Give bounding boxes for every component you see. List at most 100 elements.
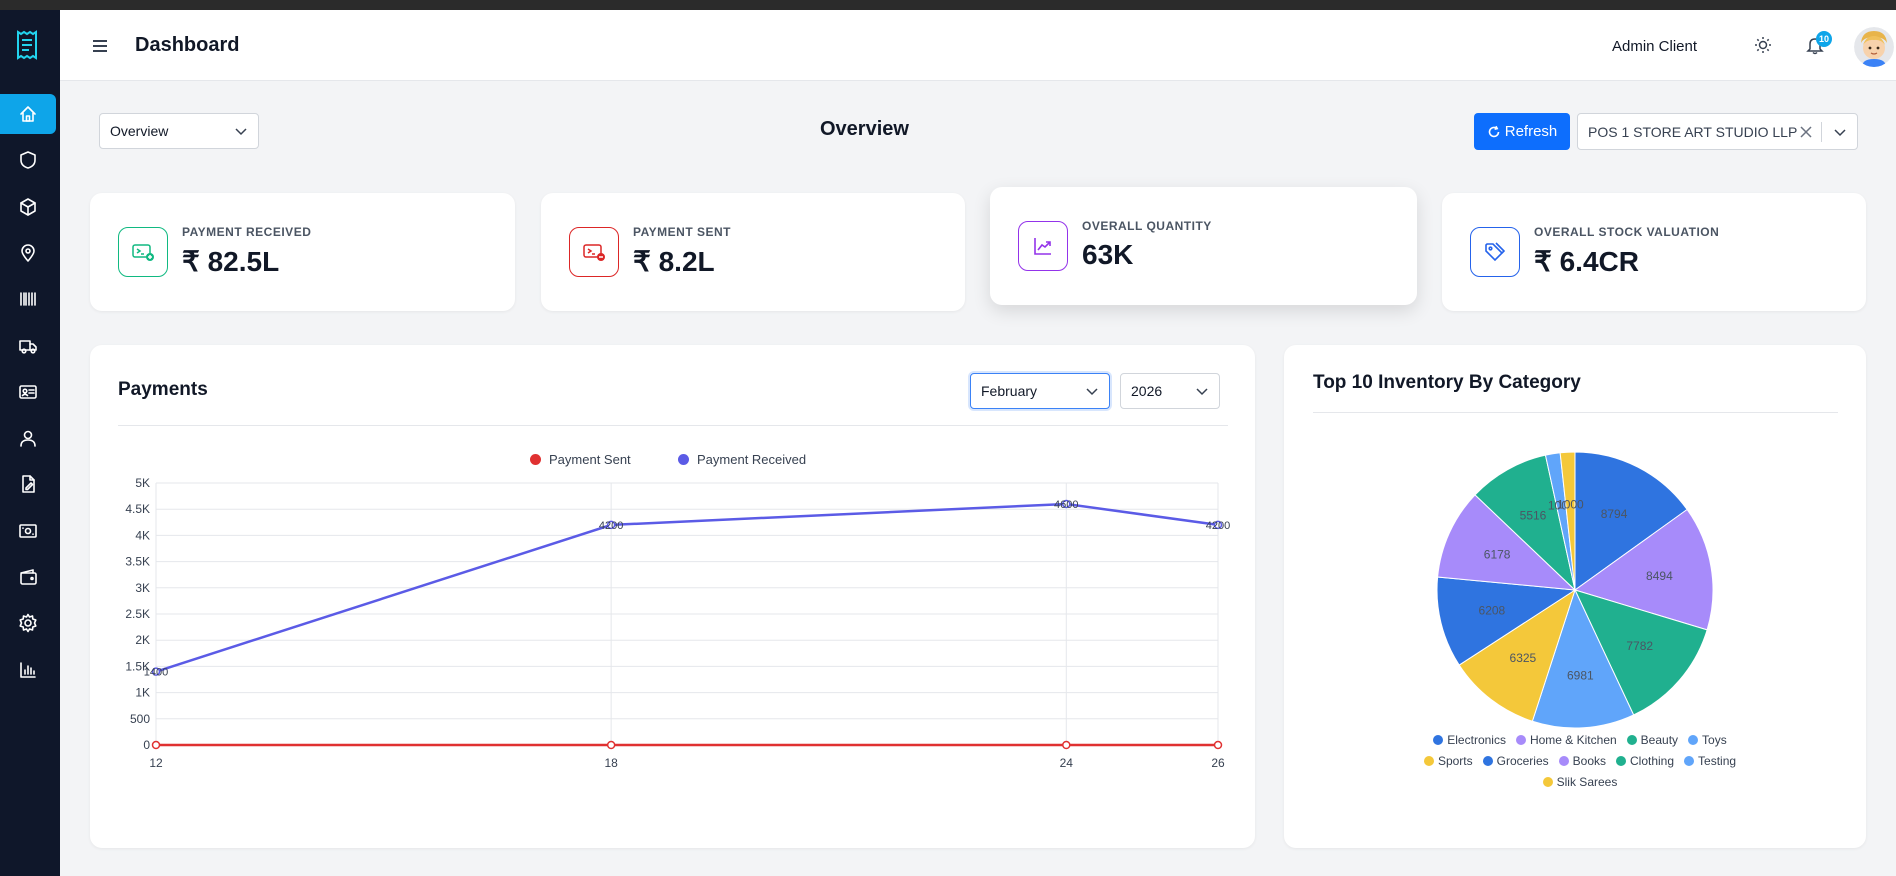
- y-tick-label: 1K: [135, 686, 150, 700]
- stat-icon-box: [1470, 227, 1520, 277]
- view-select[interactable]: Overview: [99, 113, 259, 149]
- inventory-title: Top 10 Inventory By Category: [1313, 372, 1581, 393]
- page-title: Dashboard: [135, 34, 240, 56]
- trend-up-icon: [1034, 238, 1051, 255]
- sidebar-item-home[interactable]: [0, 94, 56, 134]
- money-out-icon: [583, 244, 605, 261]
- data-label: 1400: [144, 667, 168, 679]
- divider: [1821, 122, 1822, 142]
- sidebar-item-bar-chart[interactable]: [0, 650, 56, 690]
- legend-item-beauty[interactable]: Beauty: [1626, 733, 1679, 747]
- legend-label: Sports: [1437, 754, 1473, 768]
- legend-swatch: [530, 454, 541, 465]
- avatar[interactable]: [1854, 27, 1894, 67]
- store-select[interactable]: POS 1 STORE ART STUDIO LLP: [1577, 113, 1858, 150]
- pie-value-label: 6981: [1567, 668, 1594, 682]
- sidebar-item-cash[interactable]: [0, 511, 56, 551]
- y-tick-label: 3K: [135, 581, 150, 595]
- year-select-value: 2026: [1131, 383, 1163, 399]
- sidebar-item-settings[interactable]: [0, 603, 56, 643]
- refresh-label: Refresh: [1504, 123, 1558, 140]
- sidebar-item-wallet[interactable]: [0, 557, 56, 597]
- legend-payment-received[interactable]: Payment Received: [678, 452, 806, 467]
- stat-icon-box: [118, 227, 168, 277]
- legend-payment-sent[interactable]: Payment Sent: [530, 452, 631, 467]
- cash-icon: [19, 523, 37, 538]
- payments-line-chart: 05001K1.5K2K2.5K3K3.5K4K4.5K5K12 18 24 2614…: [125, 476, 1230, 770]
- x-tick-label: 18: [604, 756, 618, 770]
- legend-label: Testing: [1698, 754, 1737, 768]
- sun-icon[interactable]: [1754, 36, 1772, 54]
- x-tick-label: 12: [149, 756, 163, 770]
- refresh-button[interactable]: Refresh: [1474, 113, 1570, 150]
- sidebar-item-shield[interactable]: [0, 140, 56, 180]
- data-point: [1213, 740, 1223, 750]
- legend-item-sports[interactable]: Sports: [1423, 754, 1473, 768]
- y-tick-label: 4K: [135, 528, 150, 542]
- receipt-logo-icon[interactable]: [15, 30, 39, 60]
- legend-label: Clothing: [1630, 754, 1675, 768]
- legend-item-groceries[interactable]: Groceries: [1482, 754, 1549, 768]
- x-tick-label: 26: [1211, 756, 1225, 770]
- y-tick-label: 5K: [135, 476, 150, 490]
- inventory-pie-chart: 8794849477826981632562086178551610001000: [1436, 451, 1714, 729]
- data-label: 4200: [599, 520, 623, 532]
- legend-label: Groceries: [1496, 754, 1549, 768]
- sidebar-item-file-edit[interactable]: [0, 464, 56, 504]
- legend-item-clothing[interactable]: Clothing: [1616, 754, 1674, 768]
- legend-swatch: [1482, 756, 1493, 766]
- legend-item-slik-sarees[interactable]: Slik Sarees: [1542, 775, 1617, 789]
- legend-item-electronics[interactable]: Electronics: [1433, 733, 1506, 747]
- legend-label: Books: [1572, 754, 1606, 768]
- legend-swatch: [1626, 735, 1637, 745]
- chevron-down-icon[interactable]: [1833, 125, 1847, 139]
- legend-label: Beauty: [1640, 733, 1679, 747]
- legend-item-testing[interactable]: Testing: [1684, 754, 1736, 768]
- data-point: [1062, 740, 1071, 750]
- id-card-icon: [19, 384, 37, 399]
- data-point: [606, 740, 616, 750]
- sidebar-item-user[interactable]: [0, 418, 56, 458]
- user-icon: [20, 430, 36, 447]
- chevron-down-icon: [235, 128, 247, 136]
- y-tick-label: 2K: [135, 633, 150, 647]
- legend-swatch: [1433, 735, 1444, 745]
- legend-item-books[interactable]: Books: [1558, 754, 1606, 768]
- sidebar-item-map-pin[interactable]: [0, 233, 56, 273]
- settings-icon: [19, 613, 37, 633]
- box-icon: [20, 197, 36, 216]
- home-icon: [20, 106, 36, 122]
- pie-value-label: 5516: [1520, 508, 1547, 522]
- stat-value: ₹ 82.5L: [182, 246, 280, 277]
- user-name[interactable]: Admin Client: [1612, 38, 1697, 55]
- menu-icon[interactable]: [90, 37, 110, 55]
- pie-legend: Electronics Home & Kitchen Beauty Toys Sport…: [1412, 733, 1748, 789]
- stat-card-payment-sent: PAYMENT SENT ₹ 8.2L: [541, 193, 965, 311]
- month-select[interactable]: February: [970, 373, 1110, 409]
- notification-badge: 10: [1816, 31, 1832, 47]
- panel-divider: [118, 425, 1228, 426]
- year-select[interactable]: 2026: [1120, 373, 1220, 409]
- sidebar-item-truck[interactable]: [0, 326, 56, 366]
- legend-swatch: [678, 454, 689, 465]
- legend-item-home-kitchen[interactable]: Home & Kitchen: [1515, 733, 1617, 747]
- y-tick-label: 0: [143, 738, 150, 752]
- sidebar-item-box[interactable]: [0, 187, 56, 227]
- barcode-icon: [20, 292, 36, 306]
- legend-label: Toys: [1702, 733, 1727, 747]
- legend-swatch: [1688, 735, 1699, 745]
- y-tick-label: 4.5K: [125, 502, 150, 516]
- file-edit-icon: [22, 475, 35, 494]
- x-tick-label: 24: [1060, 756, 1074, 770]
- clear-icon[interactable]: [1799, 125, 1813, 139]
- view-select-value: Overview: [110, 123, 169, 139]
- data-label: 4200: [1206, 520, 1230, 532]
- sidebar-item-barcode[interactable]: [0, 279, 56, 319]
- pie-value-label: 8494: [1646, 569, 1673, 583]
- sidebar-item-id-card[interactable]: [0, 372, 56, 412]
- stat-value: 63K: [1082, 239, 1134, 270]
- pie-value-label: 6178: [1484, 548, 1511, 562]
- pie-value-label: 6208: [1479, 603, 1506, 617]
- store-select-value: POS 1 STORE ART STUDIO LLP: [1588, 123, 1798, 140]
- legend-item-toys[interactable]: Toys: [1688, 733, 1727, 747]
